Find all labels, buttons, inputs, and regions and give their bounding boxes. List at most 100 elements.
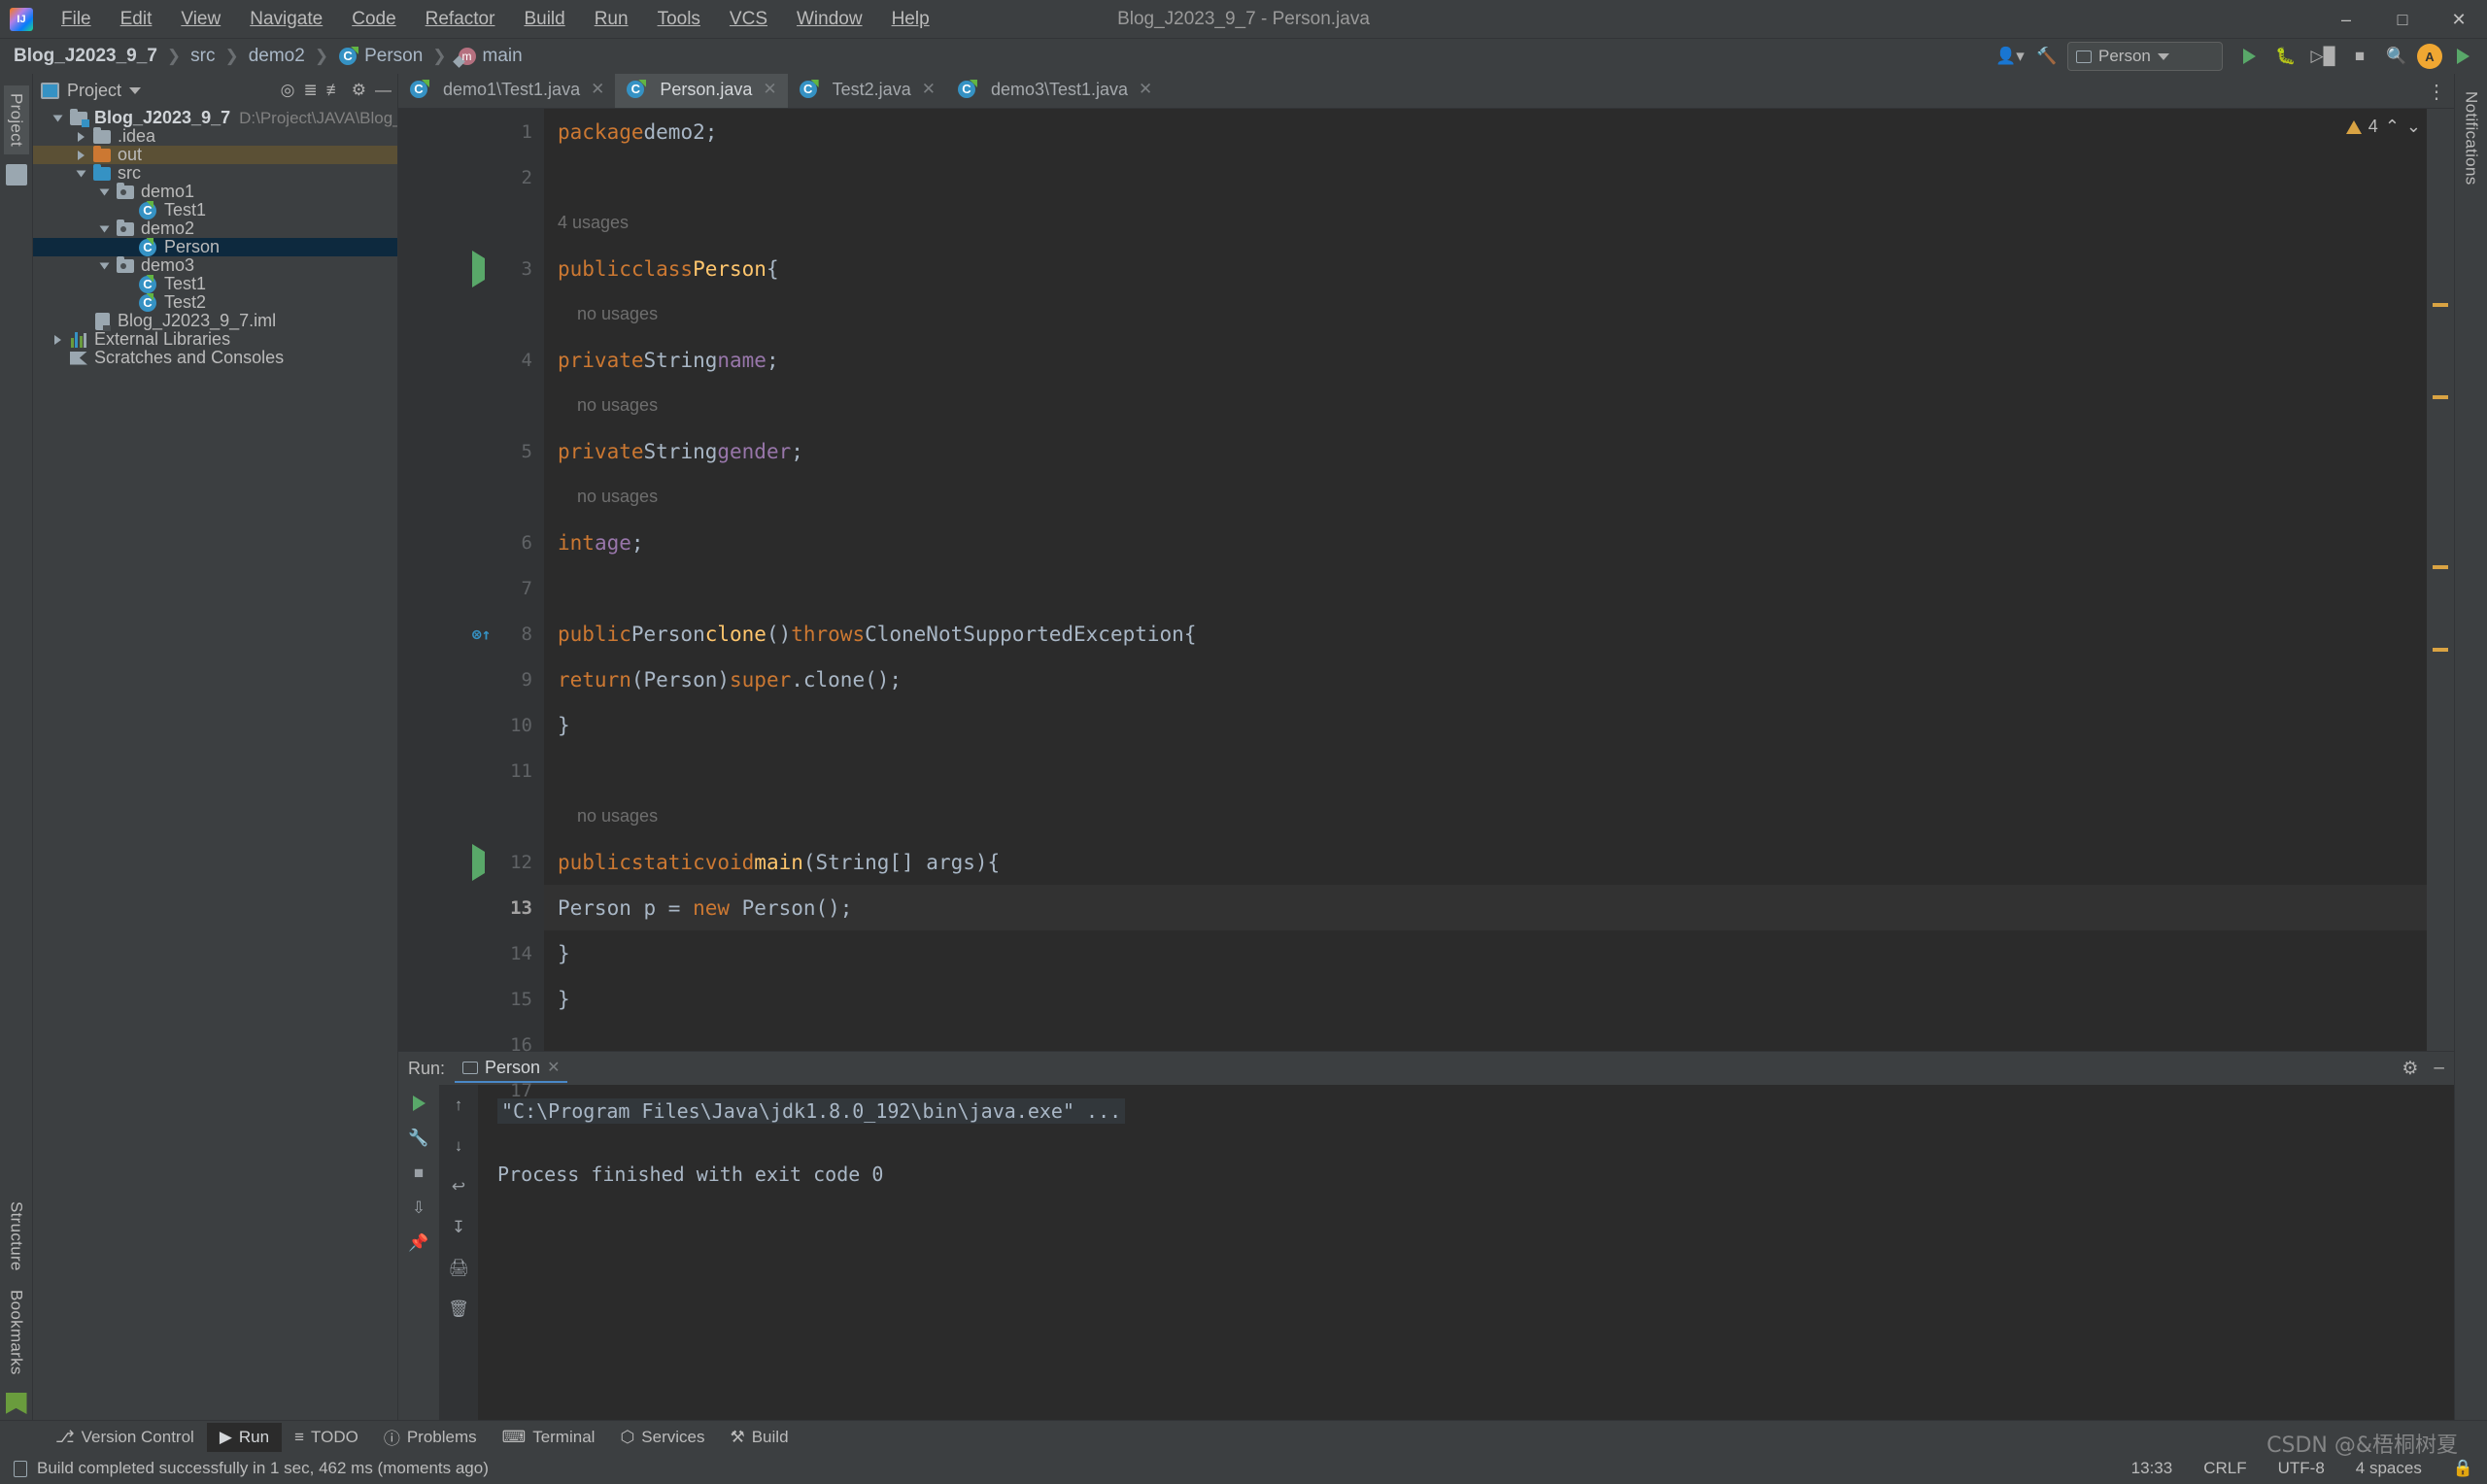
close-icon[interactable]: ✕ [1139, 80, 1152, 99]
stop-icon[interactable]: ■ [2343, 42, 2376, 71]
gutter-line-9[interactable]: 9 [398, 657, 544, 702]
gutter-line-5[interactable]: 5 [398, 428, 544, 474]
hide-icon[interactable]: — [375, 81, 392, 100]
down-arrow-icon[interactable]: ↓ [446, 1133, 471, 1159]
locate-icon[interactable]: ◎ [281, 81, 295, 100]
debug-icon[interactable]: 🐛 [2269, 42, 2302, 71]
gutter-line-2[interactable]: 2 [398, 154, 544, 200]
menu-code[interactable]: Code [337, 5, 410, 34]
bottom-tab-problems[interactable]: ⓘ Problems [371, 1420, 490, 1454]
tree-item-external-libraries[interactable]: External Libraries [33, 329, 397, 349]
run-gutter-icon[interactable] [472, 250, 485, 287]
coverage-icon[interactable]: ▷█ [2306, 42, 2339, 71]
sidebar-item-structure[interactable]: Structure [4, 1194, 29, 1279]
code-line-2[interactable] [544, 154, 2427, 200]
gutter-line-blank[interactable] [398, 474, 544, 520]
gutter-line-11[interactable]: 11 [398, 748, 544, 793]
tree-item-idea[interactable]: .idea [33, 126, 397, 146]
trash-icon[interactable]: 🗑 [446, 1297, 471, 1322]
bottom-tab-terminal[interactable]: ⌨ Terminal [490, 1423, 608, 1452]
tree-item-test2[interactable]: Test2 [33, 292, 397, 312]
breadcrumb-src[interactable]: src [190, 46, 215, 67]
code-line-6[interactable]: int age; [544, 520, 2427, 565]
chevron-down-icon[interactable] [93, 187, 115, 197]
tree-item-src[interactable]: src [33, 163, 397, 183]
gutter-line-blank[interactable] [398, 291, 544, 337]
updates-icon[interactable] [2446, 42, 2479, 71]
expand-all-icon[interactable]: ≣ [304, 81, 318, 100]
code-usage-hint[interactable]: no usages [544, 383, 2427, 428]
code-line-4[interactable]: private String name; [544, 337, 2427, 383]
caret-position[interactable]: 13:33 [2131, 1459, 2173, 1478]
code-line-8[interactable]: public Person clone() throws CloneNotSup… [544, 611, 2427, 657]
code-line-13[interactable]: Person p = new Person(); [544, 885, 2427, 930]
menu-edit[interactable]: Edit [106, 5, 167, 34]
bottom-tab-todo[interactable]: ≡ TODO [282, 1423, 371, 1452]
scroll-end-icon[interactable]: ↧ [446, 1215, 471, 1240]
editor-tab-demo1-test1-java[interactable]: demo1\Test1.java ✕ [398, 74, 615, 108]
editor-tab-test2-java[interactable]: Test2.java ✕ [788, 74, 946, 108]
code-usage-hint[interactable]: no usages [544, 793, 2427, 839]
override-method-icon[interactable]: ⊗↑ [472, 624, 491, 643]
breadcrumb-main[interactable]: main [452, 46, 523, 68]
gutter-line-12[interactable]: 12▽ [398, 839, 571, 885]
code-line-10[interactable]: } [544, 702, 2427, 748]
editor-tabs-overflow-menu[interactable]: ⋮ [2427, 74, 2446, 109]
stripe-warning-mark[interactable] [2433, 395, 2448, 399]
menu-help[interactable]: Help [877, 5, 944, 34]
menu-run[interactable]: Run [580, 5, 643, 34]
menu-bar[interactable]: File Edit View Navigate Code Refactor Bu… [47, 5, 944, 34]
gutter-line-1[interactable]: 1 [398, 109, 544, 154]
menu-file[interactable]: File [47, 5, 106, 34]
gutter-line-6[interactable]: 6 [398, 520, 544, 565]
chevron-down-icon[interactable] [93, 224, 115, 234]
lock-icon[interactable]: 🔒 [2453, 1459, 2473, 1478]
code-editor[interactable]: package demo2; 4 usages public class Perso… [544, 109, 2427, 1051]
thread-dump-icon[interactable]: ⇩ [406, 1196, 431, 1221]
usage-hint-label[interactable]: no usages [558, 487, 658, 507]
user-icon[interactable]: 👤▾ [1993, 42, 2027, 71]
search-icon[interactable]: 🔍 [2380, 42, 2413, 71]
chevron-down-icon[interactable] [70, 169, 91, 179]
run-tab-person[interactable]: Person ✕ [455, 1055, 568, 1083]
usage-hint-label[interactable]: no usages [558, 304, 658, 324]
file-encoding[interactable]: UTF-8 [2278, 1459, 2325, 1478]
code-line-5[interactable]: private String gender; [544, 428, 2427, 474]
gutter-line-4[interactable]: 4 [398, 337, 544, 383]
maximize-button[interactable]: □ [2374, 0, 2431, 39]
bottom-tool-bar[interactable]: ⎇ Version Control ▶ Run ≡ TODO ⓘ Problems ⌨ Termi… [0, 1420, 2487, 1453]
editor-tab-bar[interactable]: demo1\Test1.java ✕ Person.java ✕ Test2.java ✕… [398, 74, 2454, 109]
bottom-tab-build[interactable]: ⚒ Build [717, 1423, 801, 1452]
menu-vcs[interactable]: VCS [715, 5, 782, 34]
hammer-icon[interactable]: 🔨 [2030, 42, 2063, 71]
editor-tab-demo3-test1-java[interactable]: demo3\Test1.java ✕ [946, 74, 1163, 108]
close-icon[interactable]: ✕ [591, 80, 604, 99]
usage-hint-label[interactable]: 4 usages [558, 213, 629, 233]
bottom-tab-version-control[interactable]: ⎇ Version Control [43, 1423, 207, 1452]
editor-tab-person-java[interactable]: Person.java ✕ [615, 74, 788, 108]
menu-navigate[interactable]: Navigate [235, 5, 337, 34]
hide-icon[interactable]: – [2434, 1058, 2444, 1079]
minimize-button[interactable]: – [2318, 0, 2374, 39]
menu-refactor[interactable]: Refactor [411, 5, 510, 34]
gutter-line-15[interactable]: 15 [398, 976, 544, 1022]
chevron-down-icon[interactable] [47, 114, 68, 123]
code-line-11[interactable] [544, 748, 2427, 793]
close-icon[interactable]: ✕ [763, 80, 776, 99]
breadcrumb-demo2[interactable]: demo2 [249, 46, 305, 67]
close-icon[interactable]: ✕ [547, 1058, 560, 1077]
error-stripe[interactable] [2427, 109, 2454, 1051]
stripe-warning-mark[interactable] [2433, 303, 2448, 307]
tree-item-person[interactable]: Person [33, 237, 397, 256]
code-usage-hint[interactable]: no usages [544, 474, 2427, 520]
gutter-line-10[interactable]: 10▲ [398, 702, 571, 748]
menu-build[interactable]: Build [509, 5, 579, 34]
code-line-7[interactable] [544, 565, 2427, 611]
collapse-all-icon[interactable]: ≢ [326, 81, 343, 100]
chevron-right-icon[interactable] [47, 334, 68, 345]
tree-item-demo1[interactable]: demo1 [33, 182, 397, 201]
gutter-line-8[interactable]: ⊗↑8▽ [398, 611, 571, 657]
code-line-16[interactable] [544, 1022, 2427, 1051]
code-line-12[interactable]: public static void main (String[] args) { [544, 839, 2427, 885]
menu-tools[interactable]: Tools [643, 5, 715, 34]
